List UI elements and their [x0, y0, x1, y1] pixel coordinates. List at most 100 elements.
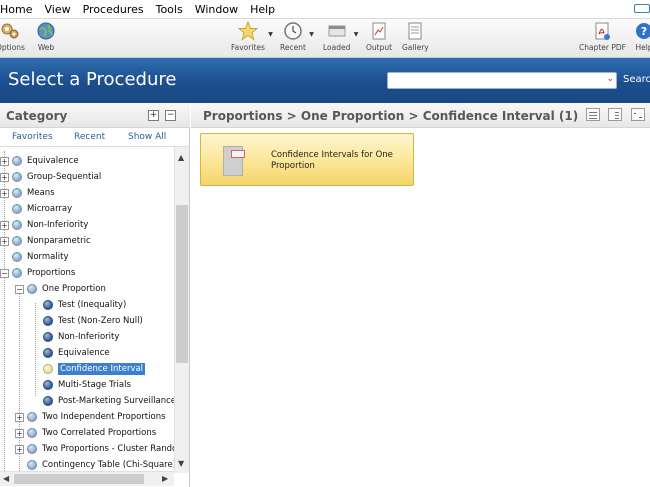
category-icon — [27, 444, 37, 454]
menu-tools[interactable]: Tools — [156, 3, 193, 16]
procedure-icon — [43, 316, 53, 326]
expand-icon[interactable]: + — [0, 236, 9, 246]
tab-recent[interactable]: Recent — [74, 132, 105, 142]
pdf-icon — [592, 21, 612, 41]
tree-item-two-correlated-proportions[interactable]: + Two Correlated Proportions — [15, 426, 156, 440]
menu-help[interactable]: Help — [250, 3, 285, 16]
category-title: Category — [6, 109, 68, 123]
procedure-icon — [43, 396, 53, 406]
web-button[interactable]: Web — [36, 21, 56, 52]
procedure-icon — [43, 348, 53, 358]
toolbar: Options Web Favorites ▼ Recent ▼ Loaded … — [0, 18, 650, 58]
details-view-icon[interactable] — [608, 108, 622, 121]
recent-dropdown-icon: ▼ — [309, 31, 314, 38]
menu-bar: Home View Procedures Tools Window Help — [0, 0, 650, 18]
gears-icon — [0, 21, 20, 41]
recent-button[interactable]: Recent ▼ — [280, 21, 314, 52]
tree-item-one-prop-equivalence[interactable]: Equivalence — [43, 346, 110, 360]
tree-item-multi-stage-trials[interactable]: Multi-Stage Trials — [43, 378, 131, 392]
list-view-icon[interactable] — [586, 108, 600, 121]
tree-item-two-independent-proportions[interactable]: + Two Independent Proportions — [15, 410, 166, 424]
gallery-button[interactable]: Gallery — [402, 21, 429, 52]
tree-item-test-inequality[interactable]: Test (Inequality) — [43, 298, 126, 312]
expand-icon[interactable]: + — [0, 172, 9, 182]
category-header: Category + − — [0, 103, 190, 128]
tree-item-post-marketing-surveillance[interactable]: Post-Marketing Surveillance — [43, 394, 174, 408]
tree-item-group-sequential[interactable]: + Group-Sequential — [0, 170, 101, 184]
tab-show-all[interactable]: Show All — [128, 132, 166, 142]
favorites-button[interactable]: Favorites ▼ — [231, 21, 273, 52]
category-icon — [12, 236, 22, 246]
search-input[interactable]: ⌄ — [387, 72, 617, 89]
category-icon — [12, 220, 22, 230]
procedure-card-confidence-intervals[interactable]: Confidence Intervals for One Proportion — [200, 133, 414, 186]
collapse-all-icon[interactable]: − — [165, 110, 176, 121]
tree-item-means[interactable]: + Means — [0, 186, 55, 200]
gallery-document-icon — [405, 21, 425, 41]
tree-item-non-inferiority[interactable]: + Non-Inferiority — [0, 218, 88, 232]
svg-text:?: ? — [641, 25, 647, 38]
search-button[interactable]: Search — [623, 74, 650, 85]
tree-horizontal-scrollbar[interactable]: ◀ ▶ — [0, 471, 174, 486]
output-button[interactable]: Output — [366, 21, 392, 52]
chevron-down-icon[interactable]: ⌄ — [606, 74, 614, 84]
tree-item-proportions[interactable]: − Proportions — [0, 266, 75, 280]
expand-all-icon[interactable]: + — [148, 110, 159, 121]
category-icon — [12, 268, 22, 278]
scroll-down-icon[interactable]: ▼ — [178, 459, 184, 468]
expand-icon[interactable]: + — [0, 188, 9, 198]
favorites-dropdown-icon: ▼ — [268, 31, 273, 38]
loaded-dropdown-icon: ▼ — [353, 31, 359, 38]
menu-home[interactable]: Home — [0, 3, 42, 16]
restore-window-button[interactable] — [634, 4, 650, 13]
category-icon — [27, 428, 37, 438]
scroll-left-icon[interactable]: ◀ — [3, 474, 9, 483]
scroll-up-icon[interactable]: ▲ — [178, 153, 184, 162]
collapse-icon[interactable]: − — [0, 268, 9, 278]
output-document-icon — [369, 21, 389, 41]
chapter-pdf-button[interactable]: Chapter PDF — [579, 21, 626, 52]
expand-icon[interactable]: + — [0, 220, 9, 230]
scroll-right-icon[interactable]: ▶ — [162, 474, 168, 483]
tree-item-contingency-table[interactable]: Contingency Table (Chi-Square) — [27, 458, 174, 471]
header-banner: Select a Procedure ⌄ Search — [0, 58, 650, 103]
breadcrumb-bar: Proportions > One Proportion > Confidenc… — [191, 103, 650, 128]
scroll-thumb[interactable] — [14, 474, 144, 484]
tree-vertical-scrollbar[interactable]: ▲ ▼ — [174, 147, 189, 473]
procedure-icon — [43, 332, 53, 342]
scroll-thumb[interactable] — [176, 205, 188, 363]
tree-item-one-proportion[interactable]: − One Proportion — [15, 282, 106, 296]
tree-item-test-non-zero-null[interactable]: Test (Non-Zero Null) — [43, 314, 143, 328]
category-icon — [12, 172, 22, 182]
expand-icon[interactable]: + — [15, 444, 24, 454]
category-icon — [27, 412, 37, 422]
category-icon — [12, 156, 22, 166]
tree-item-confidence-interval[interactable]: Confidence Interval — [43, 362, 146, 376]
chart-view-icon[interactable] — [631, 108, 645, 121]
procedure-icon — [43, 364, 53, 374]
tab-favorites[interactable]: Favorites — [12, 132, 53, 142]
tree-item-equivalence[interactable]: + Equivalence — [0, 154, 79, 168]
clock-icon — [283, 21, 303, 41]
help-icon: ? — [634, 21, 650, 41]
tree-item-nonparametric[interactable]: + Nonparametric — [0, 234, 91, 248]
page-title: Select a Procedure — [8, 69, 177, 90]
category-icon — [12, 204, 22, 214]
tree-item-one-prop-non-inferiority[interactable]: Non-Inferiority — [43, 330, 119, 344]
tree-item-microarray[interactable]: Microarray — [12, 202, 72, 216]
expand-icon[interactable]: + — [15, 428, 24, 438]
loaded-window-icon — [327, 21, 347, 41]
expand-icon[interactable]: + — [15, 412, 24, 422]
tree-item-normality[interactable]: Normality — [12, 250, 68, 264]
options-button[interactable]: Options — [0, 21, 25, 52]
loaded-button[interactable]: Loaded ▼ — [323, 21, 358, 52]
help-button[interactable]: ? Help — [634, 21, 650, 52]
menu-procedures[interactable]: Procedures — [83, 3, 154, 16]
menu-window[interactable]: Window — [195, 3, 248, 16]
expand-icon[interactable]: + — [0, 156, 9, 166]
tree-item-two-proportions-cluster-random[interactable]: + Two Proportions - Cluster Random — [15, 442, 174, 456]
procedure-panel: Proportions > One Proportion > Confidenc… — [191, 103, 650, 487]
menu-view[interactable]: View — [44, 3, 80, 16]
procedure-card-label: Confidence Intervals for One Proportion — [271, 150, 393, 171]
collapse-icon[interactable]: − — [15, 284, 24, 294]
